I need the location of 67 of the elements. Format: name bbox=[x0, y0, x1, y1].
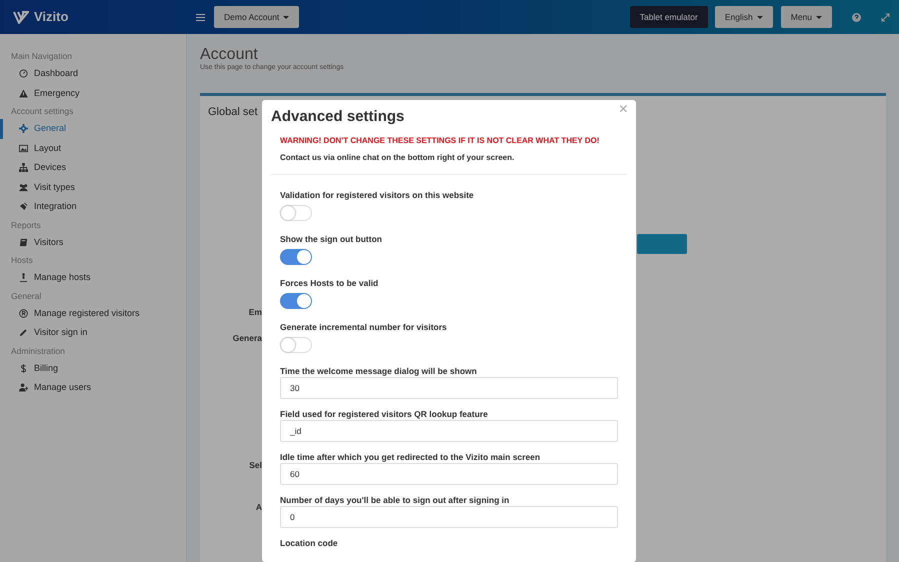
help-icon[interactable] bbox=[852, 12, 861, 22]
input-field[interactable]: 60 bbox=[280, 462, 618, 484]
setting-label: Time the welcome message dialog will be shown bbox=[280, 364, 478, 376]
registered-icon bbox=[19, 308, 28, 318]
setting-label: Show the sign out button bbox=[280, 232, 383, 244]
form-label: Em bbox=[248, 306, 262, 319]
action-button[interactable] bbox=[637, 234, 687, 254]
setting-label: Validation for registered visitors on this website bbox=[280, 188, 475, 200]
person-icon bbox=[19, 273, 28, 282]
sidebar-item[interactable]: Layout bbox=[0, 138, 186, 158]
sidebar-item[interactable]: Billing bbox=[0, 358, 186, 378]
expand-icon[interactable] bbox=[881, 12, 890, 22]
users-icon bbox=[19, 182, 28, 192]
input-field[interactable]: _id bbox=[280, 420, 618, 442]
setting-label: Idle time after which you get redirected to the Vizito main screen bbox=[280, 450, 542, 462]
toggle-switch[interactable] bbox=[280, 292, 312, 308]
book-icon bbox=[19, 238, 28, 247]
user-add-icon bbox=[19, 383, 28, 392]
dialog-title: Advanced settings bbox=[271, 107, 406, 127]
section-heading: Main Navigation bbox=[10, 50, 73, 63]
form-label: Genera bbox=[232, 332, 262, 344]
sidebar-item[interactable]: Devices bbox=[0, 158, 186, 178]
sidebar-item[interactable]: Emergency bbox=[0, 84, 186, 103]
warning-icon bbox=[19, 88, 28, 98]
pencil-icon bbox=[19, 328, 28, 338]
section-heading: Account settings bbox=[10, 105, 74, 118]
sidebar-item[interactable]: Integration bbox=[0, 197, 186, 216]
sitemap-icon bbox=[19, 163, 28, 172]
language-dropdown[interactable]: English bbox=[714, 6, 773, 28]
setting-label: Forces Hosts to be valid bbox=[280, 276, 380, 288]
page-title: Account bbox=[200, 47, 259, 63]
form-label: Sel bbox=[248, 458, 262, 472]
caret-icon bbox=[816, 16, 822, 18]
input-field[interactable]: 0 bbox=[280, 506, 618, 528]
card-title: Global set bbox=[208, 104, 258, 120]
section-heading: Reports bbox=[10, 218, 42, 232]
warning-text: WARNING! DON'T CHANGE THESE SETTINGS IF IT IS NOT CLEAR WHAT THEY DO! bbox=[280, 134, 600, 146]
sidebar-item[interactable]: Visit types bbox=[0, 178, 186, 197]
setting-label: Location code bbox=[280, 536, 339, 548]
section-heading: Administration bbox=[10, 344, 66, 358]
help-text: Contact us via online chat on the bottom right of your screen. bbox=[280, 152, 516, 164]
sidebar-item[interactable]: Visitor sign in bbox=[0, 323, 186, 342]
menu-icon[interactable] bbox=[196, 14, 205, 20]
section-heading: General bbox=[10, 290, 42, 302]
sidebar-item[interactable]: Manage registered visitors bbox=[0, 304, 186, 323]
image-icon bbox=[19, 144, 28, 153]
section-heading: Hosts bbox=[10, 254, 34, 267]
logo-text: Vizito bbox=[34, 8, 68, 26]
setting-label: Generate incremental number for visitors bbox=[280, 320, 448, 332]
form-label: A bbox=[254, 501, 262, 514]
input-field[interactable]: 30 bbox=[280, 376, 618, 398]
toggle-switch[interactable] bbox=[280, 248, 312, 264]
tablet-emulator-button[interactable]: Tablet emulator bbox=[630, 6, 708, 28]
setting-label: Field used for registered visitors QR lookup feature bbox=[280, 408, 489, 420]
logo-icon bbox=[13, 10, 29, 24]
sidebar-item[interactable]: Manage hosts bbox=[0, 268, 186, 288]
gauge-icon bbox=[19, 69, 28, 78]
caret-icon bbox=[756, 16, 763, 18]
gear-icon bbox=[19, 124, 28, 134]
dollar-icon bbox=[19, 364, 28, 373]
sidebar-item[interactable]: Manage users bbox=[0, 378, 186, 398]
sidebar-item[interactable]: Visitors bbox=[0, 232, 186, 252]
setting-label: Number of days you'll be able to sign out after signing in bbox=[280, 494, 510, 506]
sidebar-item[interactable]: Dashboard bbox=[0, 64, 186, 84]
menu-dropdown[interactable]: Menu bbox=[780, 6, 832, 28]
caret-icon bbox=[283, 16, 290, 18]
account-dropdown[interactable]: Demo Account bbox=[214, 6, 300, 28]
